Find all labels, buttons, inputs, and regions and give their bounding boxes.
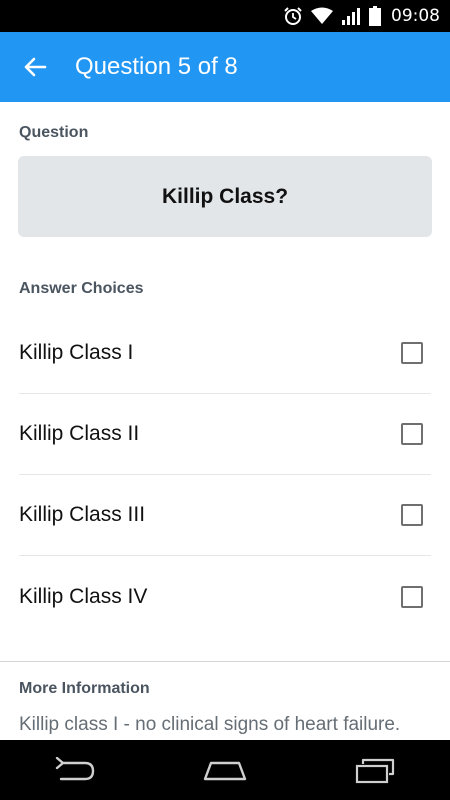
answer-checkbox[interactable] — [401, 342, 423, 364]
arrow-left-icon — [24, 57, 47, 77]
battery-icon — [369, 6, 381, 26]
more-information-text: Killip class I - no clinical signs of he… — [19, 714, 401, 735]
app-bar: Question 5 of 8 — [0, 32, 450, 102]
answer-checkbox[interactable] — [401, 423, 423, 445]
question-box: Killip Class? — [18, 156, 432, 237]
alarm-icon — [283, 6, 303, 26]
section-divider — [0, 661, 450, 662]
answer-choice-label: Killip Class III — [19, 503, 146, 526]
recents-nav-button[interactable] — [340, 745, 410, 795]
answer-choice-1[interactable]: Killip Class I — [19, 313, 431, 394]
answer-choice-3[interactable]: Killip Class III — [19, 475, 431, 556]
answer-choice-4[interactable]: Killip Class IV — [19, 556, 431, 637]
wifi-icon — [311, 7, 333, 25]
signal-icon — [341, 7, 361, 25]
recents-nav-icon — [355, 758, 395, 784]
status-bar: 09:08 — [0, 0, 450, 32]
system-nav-bar — [0, 740, 450, 800]
answer-choice-2[interactable]: Killip Class II — [19, 394, 431, 475]
status-time: 09:08 — [391, 6, 440, 26]
home-nav-icon — [203, 761, 247, 781]
question-text: Killip Class? — [161, 184, 289, 208]
content-area: Question Killip Class? Answer Choices Ki… — [0, 102, 450, 740]
answer-checkbox[interactable] — [401, 585, 423, 608]
more-information-label: More Information — [19, 680, 150, 697]
answer-checkbox[interactable] — [401, 504, 423, 526]
question-label: Question — [19, 124, 89, 141]
answer-choice-label: Killip Class II — [19, 422, 140, 445]
answer-choice-label: Killip Class IV — [19, 584, 148, 608]
answer-choices-label: Answer Choices — [19, 280, 144, 297]
home-nav-button[interactable] — [190, 745, 260, 795]
answer-choice-label: Killip Class I — [19, 341, 134, 364]
page-title: Question 5 of 8 — [75, 53, 238, 80]
back-nav-button[interactable] — [40, 745, 110, 795]
back-button[interactable] — [0, 32, 70, 102]
back-nav-icon — [55, 757, 95, 781]
answer-choices-list: Killip Class I Killip Class II Killip Cl… — [19, 313, 431, 637]
